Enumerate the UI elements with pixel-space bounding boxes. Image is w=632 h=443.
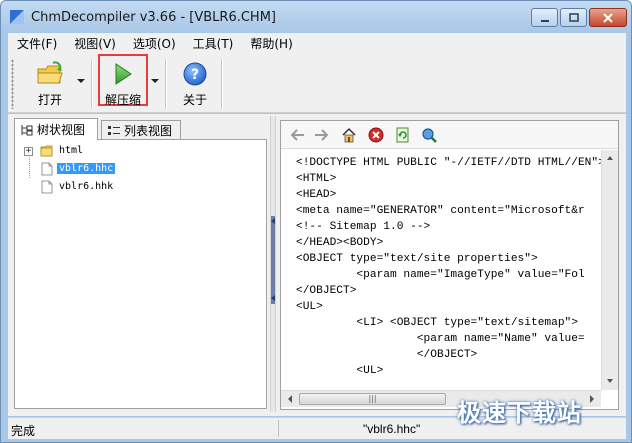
open-button[interactable]: 打开 (32, 61, 68, 109)
folder-icon (40, 145, 53, 157)
play-icon (115, 63, 132, 85)
menu-help[interactable]: 帮助(H) (241, 35, 300, 52)
app-icon (10, 10, 24, 24)
vertical-scrollbar[interactable] (601, 150, 618, 390)
menu-bar: 文件(F) 视图(V) 选项(O) 工具(T) 帮助(H) (8, 33, 626, 53)
panel-splitter[interactable] (270, 116, 276, 412)
code-view[interactable]: <!DOCTYPE HTML PUBLIC "-//IETF//DTD HTML… (281, 150, 601, 390)
code-line: <param name="Name" value= (296, 333, 585, 345)
scroll-left-icon[interactable] (284, 391, 296, 407)
code-line: </HEAD><BODY> (296, 237, 384, 249)
about-button[interactable]: ? 关于 (178, 61, 212, 109)
menu-file[interactable]: 文件(F) (8, 35, 65, 52)
code-line: <LI> <OBJECT type="text/sitemap"> (296, 317, 578, 329)
code-line: </OBJECT> (296, 285, 357, 297)
title-bar: ChmDecompiler v3.66 - [VBLR6.CHM] (1, 1, 631, 33)
status-filename: "vblr6.hhc" (363, 422, 421, 436)
code-line: </OBJECT> (296, 349, 478, 361)
menu-tools[interactable]: 工具(T) (184, 35, 242, 52)
code-line: <HEAD> (296, 189, 337, 201)
search-icon[interactable] (421, 127, 437, 143)
code-line: <!-- Sitemap 1.0 --> (296, 221, 431, 233)
back-arrow-icon[interactable] (290, 127, 306, 143)
source-viewer: <!DOCTYPE HTML PUBLIC "-//IETF//DTD HTML… (280, 120, 619, 410)
maximize-icon (568, 12, 579, 22)
collapse-left-icon[interactable] (271, 218, 275, 224)
about-label: 关于 (182, 93, 207, 107)
tree-item-label: vblr6.hhc (57, 163, 116, 174)
close-icon (603, 12, 613, 23)
decompress-dropdown-arrow[interactable] (151, 79, 159, 83)
expand-icon[interactable]: + (24, 147, 33, 156)
tree-item-label: vblr6.hhk (59, 181, 114, 192)
scroll-thumb[interactable]: ||| (299, 393, 446, 405)
toolbar: 打开 解压缩 ? 关于 (8, 53, 626, 113)
minimize-button[interactable] (531, 8, 558, 27)
scroll-right-icon[interactable] (586, 391, 598, 407)
toolbar-grip[interactable] (11, 59, 14, 109)
scroll-up-icon[interactable] (602, 153, 618, 163)
collapse-left-icon[interactable] (271, 295, 275, 301)
close-button[interactable] (589, 8, 627, 27)
maximize-button[interactable] (560, 8, 587, 27)
refresh-icon[interactable] (395, 127, 411, 143)
code-line: <UL> (296, 301, 323, 313)
stop-icon[interactable] (368, 127, 384, 143)
menu-view[interactable]: 视图(V) (65, 35, 124, 52)
tab-list-view[interactable]: 列表视图 (101, 120, 181, 140)
decompress-label: 解压缩 (104, 93, 141, 107)
code-line: <HTML> (296, 173, 337, 185)
status-divider (278, 420, 279, 437)
list-view-icon (108, 125, 120, 135)
code-line: <meta name="GENERATOR" content="Microsof… (296, 205, 585, 217)
help-icon: ? (183, 62, 207, 86)
code-line: <OBJECT type="text/site properties"> (296, 253, 538, 265)
tree-view-icon (21, 124, 33, 135)
code-line: <UL> (296, 365, 384, 377)
file-icon (41, 162, 53, 176)
home-icon[interactable] (341, 127, 357, 143)
toolbar-separator (165, 59, 166, 109)
status-text: 完成 (11, 424, 36, 438)
svg-text:?: ? (191, 67, 199, 83)
tab-tree-label: 树状视图 (37, 123, 86, 137)
decompress-button[interactable]: 解压缩 (103, 61, 143, 109)
tab-tree-view[interactable]: 树状视图 (14, 118, 98, 140)
menu-options[interactable]: 选项(O) (124, 35, 184, 52)
toolbar-separator (221, 59, 222, 109)
toolbar-separator (91, 59, 92, 109)
forward-arrow-icon[interactable] (313, 127, 329, 143)
tree-connector (29, 154, 30, 178)
file-tree: + html vblr6.hhc vblr6.hhk (14, 139, 267, 409)
open-label: 打开 (37, 93, 62, 107)
tree-item-label: html (59, 145, 84, 156)
minimize-icon (540, 19, 549, 22)
file-icon (41, 180, 53, 194)
splitter-grip[interactable] (271, 216, 275, 304)
window-title: ChmDecompiler v3.66 - [VBLR6.CHM] (31, 10, 277, 25)
code-line: <!DOCTYPE HTML PUBLIC "-//IETF//DTD HTML… (296, 157, 601, 169)
code-line: <param name="ImageType" value="Fol (296, 269, 585, 281)
open-folder-icon (37, 61, 63, 84)
app-window: ChmDecompiler v3.66 - [VBLR6.CHM] 文件(F) … (0, 0, 632, 443)
viewer-toolbar (281, 121, 618, 149)
scroll-down-icon[interactable] (602, 376, 618, 386)
tab-list-label: 列表视图 (124, 124, 173, 138)
main-area: 树状视图 列表视图 + html vblr6.hhc vblr6.hhk <!D… (8, 114, 626, 416)
watermark: 极速下载站 (457, 399, 582, 427)
open-dropdown-arrow[interactable] (77, 79, 85, 83)
